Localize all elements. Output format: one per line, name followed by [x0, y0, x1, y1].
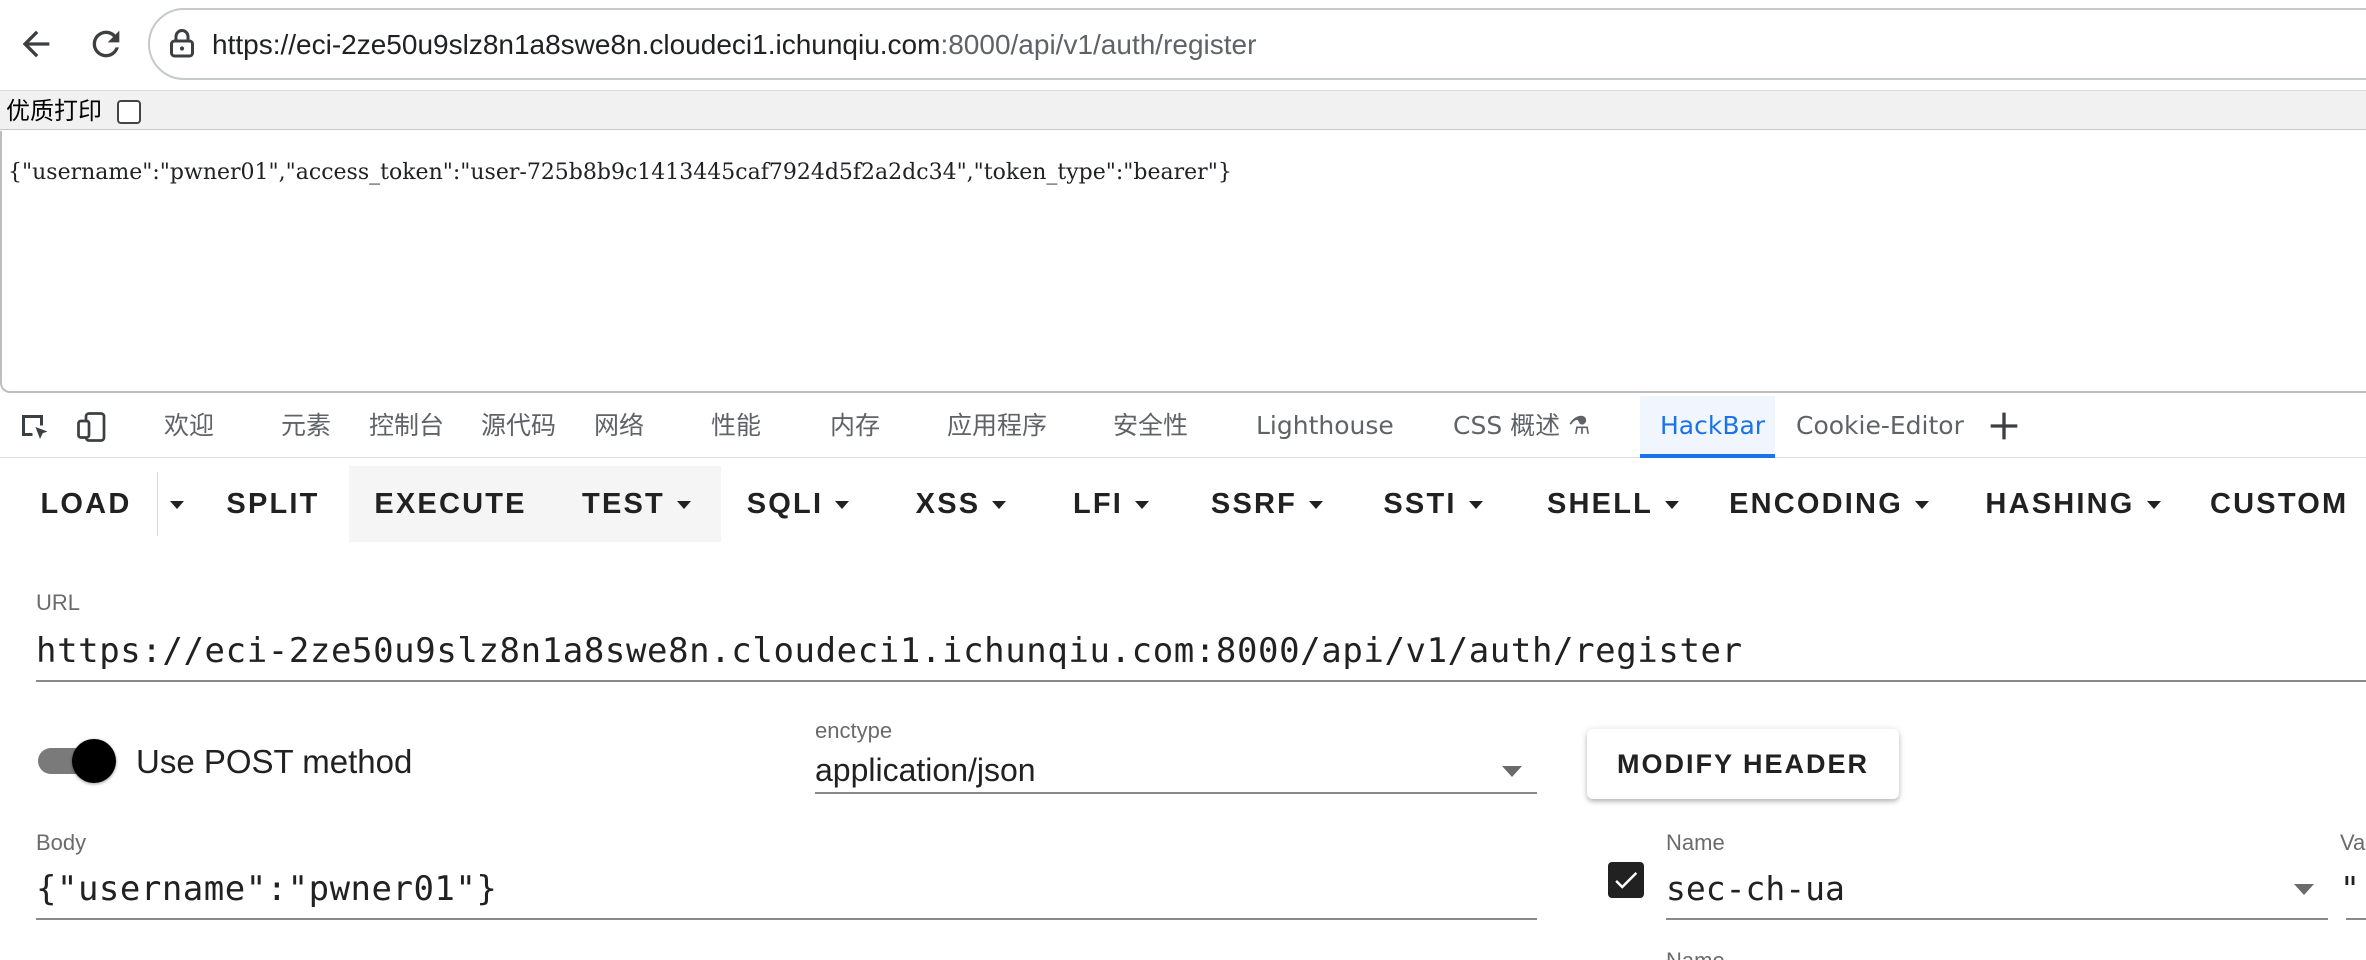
device-toolbar-icon[interactable] — [74, 409, 110, 445]
load-button[interactable]: LOAD — [20, 466, 152, 542]
test-menu[interactable]: TEST — [552, 466, 721, 542]
tab-lighthouse[interactable]: Lighthouse — [1256, 410, 1394, 442]
lfi-label: LFI — [1072, 487, 1124, 520]
tab-css-overview[interactable]: CSS 概述 ⚗ — [1453, 410, 1591, 442]
header-name-label: Name — [1666, 830, 1725, 855]
sqli-label: SQLI — [746, 487, 824, 520]
url-field-underline — [36, 680, 2366, 682]
chevron-down-icon — [1468, 501, 1483, 509]
sqli-menu[interactable]: SQLI — [735, 466, 861, 542]
split-button[interactable]: SPLIT — [206, 466, 340, 542]
plus-icon[interactable] — [1984, 406, 2024, 446]
chevron-down-icon[interactable] — [2294, 884, 2314, 895]
header-name-underline — [1666, 918, 2328, 920]
address-bar[interactable]: https://eci-2ze50u9slz8n1a8swe8n.cloudec… — [148, 8, 2366, 80]
print-option-bar: 优质打印 — [0, 90, 2366, 130]
tab-elements[interactable]: 元素 — [281, 410, 331, 442]
hashing-label: HASHING — [1985, 487, 2135, 520]
shell-menu[interactable]: SHELL — [1540, 466, 1686, 542]
tab-hackbar[interactable]: HackBar — [1660, 410, 1765, 442]
site-info-icon[interactable] — [164, 26, 200, 62]
chevron-down-icon — [170, 501, 184, 509]
tab-sources[interactable]: 源代码 — [481, 410, 556, 442]
load-options-dropdown[interactable] — [160, 466, 194, 542]
ssrf-menu[interactable]: SSRF — [1200, 466, 1334, 542]
json-response-text: {"username":"pwner01","access_token":"us… — [8, 160, 1232, 185]
encoding-menu[interactable]: ENCODING — [1729, 466, 1929, 542]
execute-label: EXECUTE — [374, 487, 527, 520]
header-enable-checkbox[interactable] — [1608, 862, 1644, 898]
body-field[interactable]: {"username":"pwner01"} — [36, 868, 497, 910]
header-value-field[interactable]: " — [2340, 868, 2360, 910]
custom-menu[interactable]: CUSTOM — [2210, 466, 2366, 542]
chevron-down-icon — [1665, 501, 1680, 509]
encoding-label: ENCODING — [1729, 487, 1903, 520]
ssti-label: SSTI — [1383, 487, 1457, 520]
menu-divider — [157, 472, 158, 536]
tab-application[interactable]: 应用程序 — [947, 410, 1047, 442]
tab-console[interactable]: 控制台 — [369, 410, 444, 442]
post-method-label: Use POST method — [136, 743, 413, 780]
active-tab-indicator — [1640, 454, 1775, 458]
tab-memory[interactable]: 内存 — [830, 410, 880, 442]
chevron-down-icon — [835, 501, 850, 509]
load-label: LOAD — [40, 487, 132, 520]
custom-label: CUSTOM — [2210, 487, 2349, 520]
body-field-underline — [36, 918, 1537, 920]
shell-label: SHELL — [1546, 487, 1654, 520]
lfi-menu[interactable]: LFI — [1059, 466, 1163, 542]
back-arrow-icon[interactable] — [6, 14, 66, 74]
xss-label: XSS — [915, 487, 981, 520]
post-method-toggle-thumb[interactable] — [72, 739, 116, 783]
chevron-down-icon — [2146, 501, 2161, 509]
address-url-host: https://eci-2ze50u9slz8n1a8swe8n.cloudec… — [212, 29, 941, 60]
reload-icon[interactable] — [76, 14, 136, 74]
test-label: TEST — [582, 487, 665, 520]
ssti-menu[interactable]: SSTI — [1372, 466, 1494, 542]
chevron-down-icon — [992, 501, 1007, 509]
split-label: SPLIT — [226, 487, 320, 520]
ssrf-label: SSRF — [1210, 487, 1298, 520]
hackbar-menu: LOAD SPLIT EXECUTE TEST SQLI XSS LFI SSR… — [0, 466, 2366, 542]
print-option-checkbox[interactable] — [117, 100, 141, 124]
tab-welcome[interactable]: 欢迎 — [164, 410, 214, 442]
modify-header-label: MODIFY HEADER — [1616, 748, 1870, 779]
chevron-down-icon — [1309, 501, 1324, 509]
header-value-underline — [2346, 918, 2366, 920]
page-viewport: {"username":"pwner01","access_token":"us… — [0, 131, 2366, 393]
hashing-menu[interactable]: HASHING — [1980, 466, 2166, 542]
enctype-underline — [815, 792, 1537, 794]
execute-button[interactable]: EXECUTE — [349, 466, 552, 542]
chevron-down-icon — [1914, 501, 1929, 509]
tab-cookie-editor[interactable]: Cookie-Editor — [1796, 410, 1964, 442]
tab-performance[interactable]: 性能 — [711, 410, 761, 442]
address-url-path: :8000/api/v1/auth/register — [940, 29, 1257, 60]
checkmark-icon — [1615, 872, 1638, 889]
enctype-select[interactable]: application/json — [815, 750, 1036, 790]
print-option-label: 优质打印 — [6, 97, 102, 125]
inspect-element-icon[interactable] — [16, 409, 52, 445]
header-value-label: Va — [2340, 830, 2366, 855]
body-field-label: Body — [36, 830, 87, 855]
url-field-label: URL — [36, 590, 81, 615]
devtools-tab-bar: 欢迎 元素 控制台 源代码 网络 性能 内存 应用程序 安全性 Lighthou… — [0, 396, 2366, 458]
address-url[interactable]: https://eci-2ze50u9slz8n1a8swe8n.cloudec… — [212, 28, 1256, 62]
chevron-down-icon — [1135, 501, 1150, 509]
next-header-name-label: Name — [1666, 948, 1725, 960]
tab-network[interactable]: 网络 — [594, 410, 644, 442]
url-field[interactable]: https://eci-2ze50u9slz8n1a8swe8n.cloudec… — [36, 630, 1743, 672]
browser-toolbar: https://eci-2ze50u9slz8n1a8swe8n.cloudec… — [0, 0, 2366, 88]
enctype-label: enctype — [815, 718, 893, 743]
tab-security[interactable]: 安全性 — [1113, 410, 1188, 442]
chevron-down-icon[interactable] — [1502, 766, 1522, 777]
chevron-down-icon — [676, 501, 691, 509]
header-name-field[interactable]: sec-ch-ua — [1666, 868, 1845, 910]
modify-header-button[interactable]: MODIFY HEADER — [1587, 729, 1899, 799]
xss-menu[interactable]: XSS — [906, 466, 1016, 542]
